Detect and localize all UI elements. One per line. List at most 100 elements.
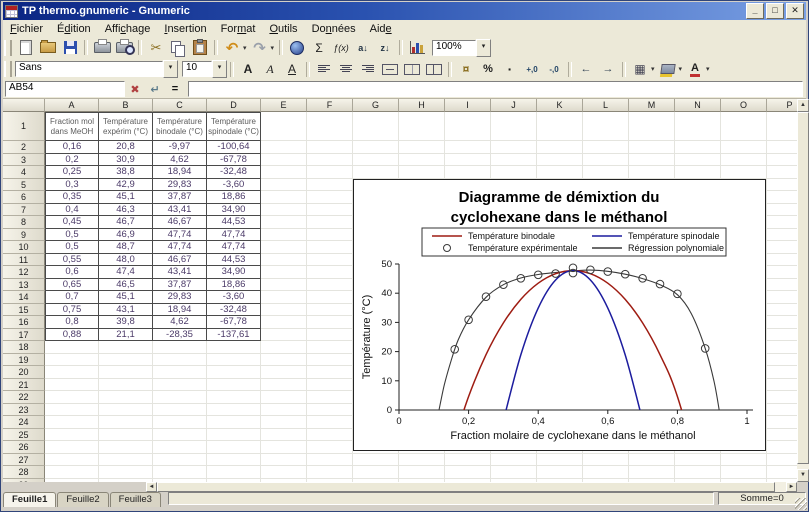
cell-K2[interactable]	[537, 141, 583, 154]
cell-P14[interactable]	[767, 291, 797, 304]
cell-F19[interactable]	[307, 353, 353, 366]
cell-A27[interactable]	[45, 453, 99, 466]
cell-B29[interactable]	[99, 478, 153, 482]
cell-M28[interactable]	[629, 466, 675, 479]
cell-P16[interactable]	[767, 316, 797, 329]
sort-za-button[interactable]: z↓	[375, 39, 395, 57]
cell-G2[interactable]	[353, 141, 399, 154]
cell-D19[interactable]	[207, 353, 261, 366]
sheet-tab-feuille2[interactable]: Feuille2	[57, 492, 109, 507]
cell-F23[interactable]	[307, 403, 353, 416]
cell-J4[interactable]	[491, 166, 537, 179]
cell-D27[interactable]	[207, 453, 261, 466]
font-name-dropdown[interactable]: ▾	[163, 60, 178, 78]
cell-D21[interactable]	[207, 378, 261, 391]
row-header-5[interactable]: 5	[3, 178, 45, 191]
decrease-precision-button[interactable]: -,0	[544, 60, 564, 78]
cell-A1[interactable]: Fraction mol dans MeOH	[45, 112, 99, 141]
cell-D28[interactable]	[207, 466, 261, 479]
cell-C11[interactable]: 46,67	[153, 253, 207, 266]
redo-button[interactable]: ↷	[250, 39, 270, 57]
row-header-2[interactable]: 2	[3, 141, 45, 154]
cell-P13[interactable]	[767, 279, 797, 291]
cell-B12[interactable]: 47,4	[99, 266, 153, 279]
row-header-17[interactable]: 17	[3, 328, 45, 341]
scroll-right-icon[interactable]: ►	[786, 482, 797, 492]
cell-A20[interactable]	[45, 366, 99, 379]
cell-L4[interactable]	[583, 166, 629, 179]
column-header-h[interactable]: H	[399, 99, 445, 112]
row-header-7[interactable]: 7	[3, 203, 45, 216]
cell-C4[interactable]: 18,94	[153, 166, 207, 179]
cell-P24[interactable]	[767, 416, 797, 429]
cell-P6[interactable]	[767, 191, 797, 204]
cell-B1[interactable]: Température expérim (°C)	[99, 112, 153, 141]
scroll-left-icon[interactable]: ◄	[146, 482, 157, 492]
cell-J2[interactable]	[491, 141, 537, 154]
vertical-scrollbar[interactable]: ▲ ▼	[797, 99, 809, 482]
cell-P9[interactable]	[767, 229, 797, 241]
background-color-dropdown[interactable]: ▾	[679, 65, 683, 73]
cell-A25[interactable]	[45, 428, 99, 441]
sheet-tab-feuille3[interactable]: Feuille3	[109, 492, 161, 507]
cell-D3[interactable]: -67,78	[207, 153, 261, 166]
cell-C12[interactable]: 43,41	[153, 266, 207, 279]
cell-E22[interactable]	[261, 391, 307, 404]
cell-E7[interactable]	[261, 203, 307, 216]
cell-A21[interactable]	[45, 378, 99, 391]
cell-P3[interactable]	[767, 154, 797, 166]
save-button[interactable]	[60, 39, 80, 57]
cell-C3[interactable]: 4,62	[153, 153, 207, 166]
sum-button[interactable]: Σ	[309, 39, 329, 57]
cell-A6[interactable]: 0,35	[45, 191, 99, 204]
cell-B11[interactable]: 48,0	[99, 253, 153, 266]
row-header-8[interactable]: 8	[3, 216, 45, 229]
cell-B21[interactable]	[99, 378, 153, 391]
cell-F25[interactable]	[307, 428, 353, 441]
cell-A28[interactable]	[45, 466, 99, 479]
cell-D7[interactable]: 34,90	[207, 203, 261, 216]
maximize-button[interactable]: □	[766, 3, 784, 19]
row-header-28[interactable]: 28	[3, 466, 45, 479]
cell-F8[interactable]	[307, 216, 353, 229]
cell-E6[interactable]	[261, 191, 307, 204]
cell-D24[interactable]	[207, 416, 261, 429]
cell-D13[interactable]: 18,86	[207, 278, 261, 291]
row-header-14[interactable]: 14	[3, 291, 45, 304]
cell-L1[interactable]	[583, 112, 629, 141]
cell-O3[interactable]	[721, 153, 767, 166]
cell-B10[interactable]: 48,7	[99, 241, 153, 254]
toolbar-grip[interactable]	[4, 61, 12, 77]
cell-M1[interactable]	[629, 112, 675, 141]
cell-J28[interactable]	[491, 466, 537, 479]
redo-dropdown[interactable]: ▾	[271, 44, 275, 52]
cell-reference-box[interactable]: AB54	[5, 81, 125, 97]
column-header-b[interactable]: B	[99, 99, 153, 112]
menu-affichage[interactable]: Affichage	[98, 21, 158, 37]
cell-C27[interactable]	[153, 453, 207, 466]
cell-C19[interactable]	[153, 353, 207, 366]
cell-P21[interactable]	[767, 379, 797, 391]
cell-M3[interactable]	[629, 153, 675, 166]
cell-M4[interactable]	[629, 166, 675, 179]
cell-D23[interactable]	[207, 403, 261, 416]
underline-button[interactable]: A	[282, 60, 302, 78]
cell-A16[interactable]: 0,8	[45, 316, 99, 329]
cell-E9[interactable]	[261, 228, 307, 241]
cell-D14[interactable]: -3,60	[207, 291, 261, 304]
cell-C18[interactable]	[153, 341, 207, 354]
cell-E13[interactable]	[261, 278, 307, 291]
cell-F20[interactable]	[307, 366, 353, 379]
cell-A17[interactable]: 0,88	[45, 328, 99, 341]
cell-B15[interactable]: 43,1	[99, 303, 153, 316]
cell-C8[interactable]: 46,67	[153, 216, 207, 229]
new-file-button[interactable]	[16, 39, 36, 57]
format-percent-button[interactable]: %	[478, 60, 498, 78]
minimize-button[interactable]: _	[746, 3, 764, 19]
cell-H4[interactable]	[399, 166, 445, 179]
cell-C7[interactable]: 43,41	[153, 203, 207, 216]
menu-donnees[interactable]: Données	[305, 21, 363, 37]
cell-D16[interactable]: -67,78	[207, 316, 261, 329]
row-header-27[interactable]: 27	[3, 453, 45, 466]
column-header-m[interactable]: M	[629, 99, 675, 112]
